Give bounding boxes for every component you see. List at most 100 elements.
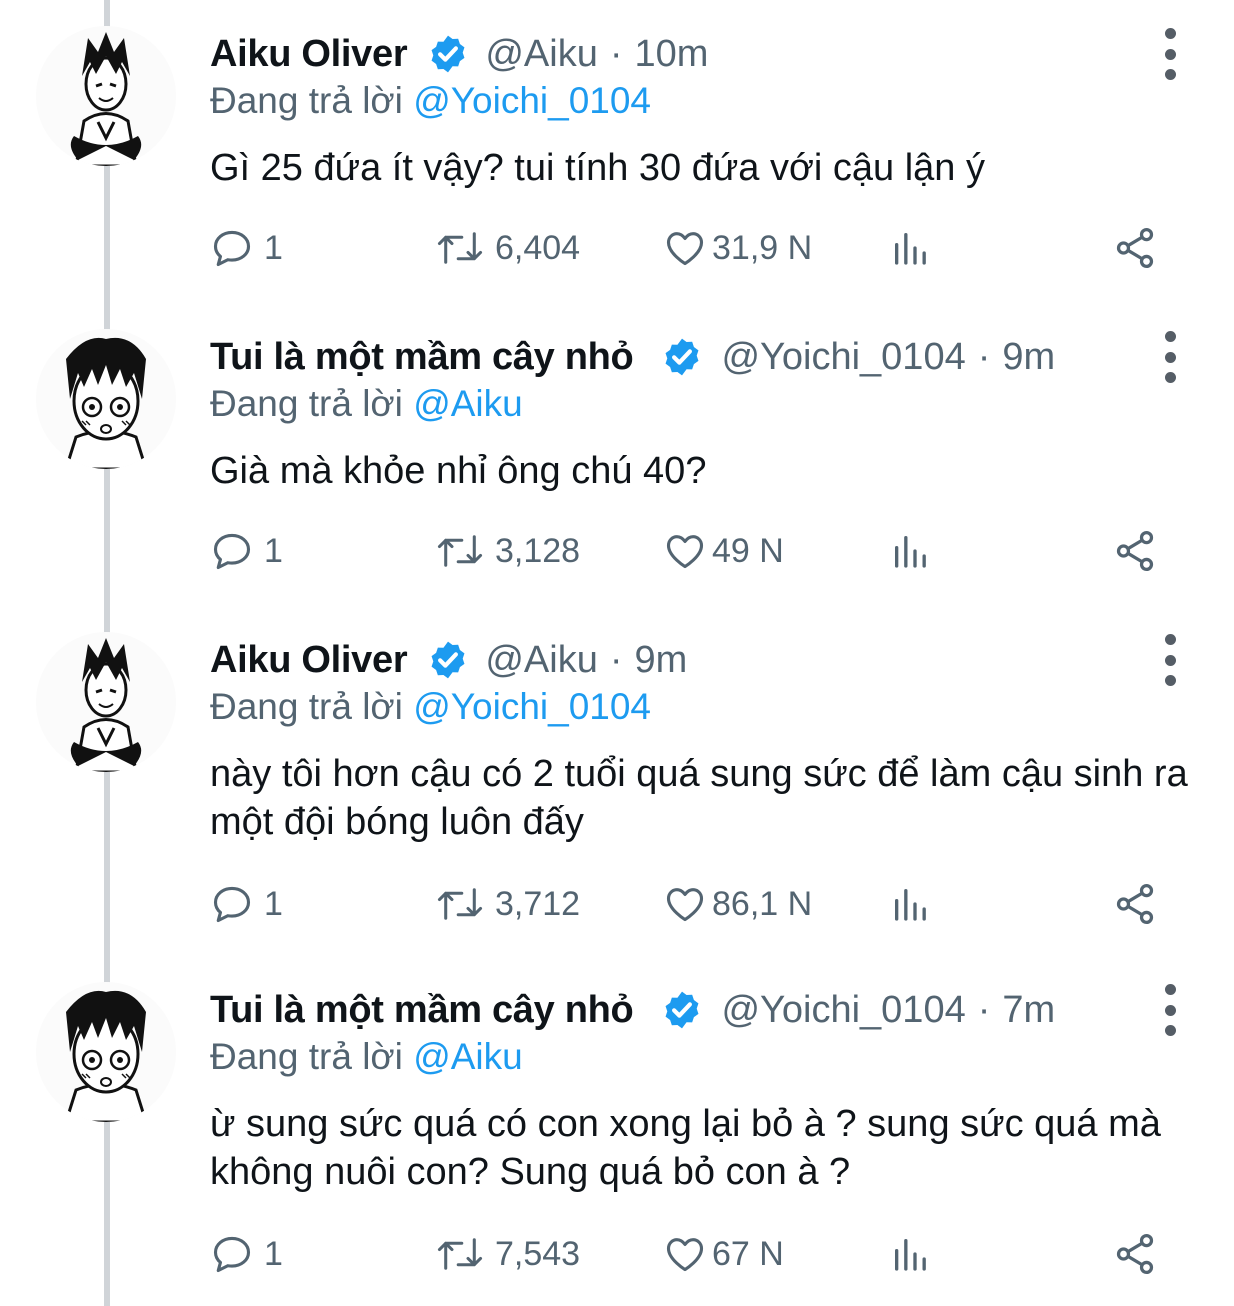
- reply-icon: [213, 230, 251, 267]
- like-count: 49 N: [712, 531, 784, 570]
- replying-prefix: Đang trả lời: [210, 80, 414, 121]
- display-name[interactable]: Tui là một mầm cây nhỏ: [210, 989, 634, 1032]
- reply-button[interactable]: 1: [210, 1230, 283, 1278]
- like-button[interactable]: 86,1 N: [662, 880, 812, 928]
- reply-count: 1: [264, 884, 283, 923]
- tweet-actions: 1 3,712 86,1 N: [210, 880, 1170, 928]
- username-handle[interactable]: @Aiku: [485, 639, 598, 682]
- timestamp[interactable]: 9m: [635, 639, 688, 682]
- like-button[interactable]: 49 N: [662, 527, 784, 575]
- like-icon: [666, 232, 704, 266]
- tweet[interactable]: Tui là một mầm cây nhỏ @Yoichi_0104 · 9m…: [0, 329, 1234, 629]
- retweet-button[interactable]: 3,712: [435, 880, 580, 928]
- retweet-button[interactable]: 7,543: [435, 1230, 580, 1278]
- replying-prefix: Đang trả lời: [210, 686, 414, 727]
- reply-button[interactable]: 1: [210, 527, 283, 575]
- replying-mention-link[interactable]: @Aiku: [413, 1036, 523, 1077]
- tweet-header: Tui là một mầm cây nhỏ @Yoichi_0104 · 9m: [210, 329, 1055, 385]
- reply-count: 1: [264, 1234, 283, 1273]
- replying-to: Đang trả lời @Yoichi_0104: [210, 80, 651, 122]
- username-handle[interactable]: @Aiku: [485, 33, 598, 76]
- replying-mention-link[interactable]: @Yoichi_0104: [413, 686, 651, 727]
- replying-mention-link[interactable]: @Aiku: [413, 383, 523, 424]
- retweet-icon: [437, 232, 483, 264]
- tweet-thread: Aiku Oliver @Aiku · 10m Đang trả lời @Yo…: [0, 0, 1234, 1306]
- username-handle[interactable]: @Yoichi_0104: [721, 336, 965, 379]
- like-icon: [666, 535, 704, 569]
- verified-badge-icon: [661, 336, 703, 378]
- timestamp[interactable]: 9m: [1002, 336, 1055, 379]
- avatar-aiku[interactable]: [36, 632, 176, 772]
- retweet-count: 6,404: [495, 228, 581, 267]
- display-name[interactable]: Aiku Oliver: [210, 639, 408, 682]
- share-button[interactable]: [1112, 224, 1158, 272]
- replying-to: Đang trả lời @Yoichi_0104: [210, 686, 651, 728]
- replying-prefix: Đang trả lời: [210, 1036, 414, 1077]
- more-options-icon[interactable]: [1158, 634, 1182, 686]
- separator-dot: ·: [977, 335, 991, 378]
- tweet-actions: 1 7,543 67 N: [210, 1230, 1170, 1278]
- share-button[interactable]: [1112, 880, 1158, 928]
- retweet-icon: [437, 1238, 483, 1270]
- replying-mention-link[interactable]: @Yoichi_0104: [413, 80, 651, 121]
- separator-dot: ·: [977, 988, 991, 1031]
- more-options-icon[interactable]: [1158, 331, 1182, 383]
- display-name[interactable]: Tui là một mầm cây nhỏ: [210, 336, 634, 379]
- tweet-text: này tôi hơn cậu có 2 tuổi quá sung sức đ…: [210, 753, 1188, 843]
- views-button[interactable]: [890, 527, 930, 575]
- separator-dot: ·: [609, 638, 623, 681]
- tweet-actions: 1 3,128 49 N: [210, 527, 1170, 575]
- replying-to: Đang trả lời @Aiku: [210, 383, 523, 425]
- replying-prefix: Đang trả lời: [210, 383, 414, 424]
- timestamp[interactable]: 7m: [1002, 989, 1055, 1032]
- views-button[interactable]: [890, 880, 930, 928]
- reply-count: 1: [264, 531, 283, 570]
- like-button[interactable]: 67 N: [662, 1230, 784, 1278]
- share-icon: [1116, 227, 1154, 269]
- timestamp[interactable]: 10m: [635, 33, 709, 76]
- retweet-icon: [437, 535, 483, 567]
- views-button[interactable]: [890, 1230, 930, 1278]
- verified-badge-icon: [427, 33, 469, 75]
- share-button[interactable]: [1112, 527, 1158, 575]
- display-name[interactable]: Aiku Oliver: [210, 33, 408, 76]
- share-icon: [1116, 883, 1154, 925]
- tweet[interactable]: Tui là một mầm cây nhỏ @Yoichi_0104 · 7m…: [0, 982, 1234, 1306]
- reply-icon: [213, 533, 251, 570]
- replying-to: Đang trả lời @Aiku: [210, 1036, 523, 1078]
- tweet-header: Aiku Oliver @Aiku · 9m: [210, 632, 687, 688]
- views-icon: [895, 536, 926, 568]
- tweet-header: Aiku Oliver @Aiku · 10m: [210, 26, 708, 82]
- avatar-aiku[interactable]: [36, 26, 176, 166]
- views-button[interactable]: [890, 224, 930, 272]
- reply-button[interactable]: 1: [210, 224, 283, 272]
- separator-dot: ·: [609, 32, 623, 75]
- share-icon: [1116, 1233, 1154, 1275]
- reply-count: 1: [264, 228, 283, 267]
- avatar-yoichi[interactable]: [36, 982, 176, 1122]
- username-handle[interactable]: @Yoichi_0104: [721, 989, 965, 1032]
- views-icon: [895, 889, 926, 921]
- like-icon: [666, 888, 704, 922]
- reply-icon: [213, 886, 251, 923]
- retweet-icon: [437, 888, 483, 920]
- share-button[interactable]: [1112, 1230, 1158, 1278]
- more-options-icon[interactable]: [1158, 28, 1182, 80]
- avatar-yoichi[interactable]: [36, 329, 176, 469]
- retweet-count: 3,128: [495, 531, 581, 570]
- tweet-text: Gì 25 đứa ít vậy? tui tính 30 đứa với cậ…: [210, 147, 985, 189]
- like-count: 67 N: [712, 1234, 784, 1273]
- tweet-header: Tui là một mầm cây nhỏ @Yoichi_0104 · 7m: [210, 982, 1055, 1038]
- tweet[interactable]: Aiku Oliver @Aiku · 10m Đang trả lời @Yo…: [0, 26, 1234, 326]
- reply-button[interactable]: 1: [210, 880, 283, 928]
- verified-badge-icon: [661, 989, 703, 1031]
- like-button[interactable]: 31,9 N: [662, 224, 812, 272]
- retweet-button[interactable]: 6,404: [435, 224, 580, 272]
- retweet-button[interactable]: 3,128: [435, 527, 580, 575]
- tweet-actions: 1 6,404 31,9 N: [210, 224, 1170, 272]
- more-options-icon[interactable]: [1158, 984, 1182, 1036]
- verified-badge-icon: [427, 639, 469, 681]
- retweet-count: 3,712: [495, 884, 581, 923]
- tweet[interactable]: Aiku Oliver @Aiku · 9m Đang trả lời @Yoi…: [0, 632, 1234, 972]
- reply-icon: [213, 1236, 251, 1273]
